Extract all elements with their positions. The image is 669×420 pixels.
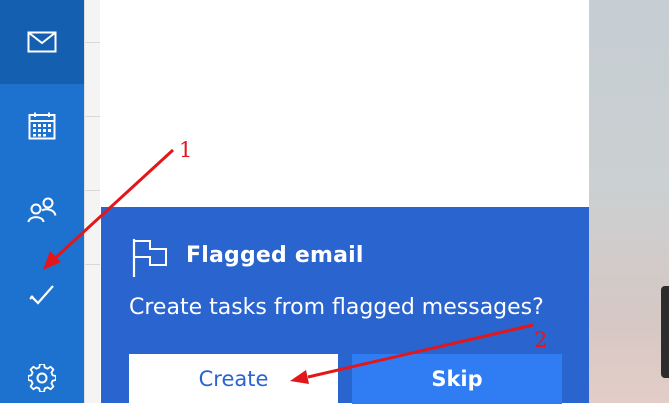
divider	[85, 264, 101, 265]
divider	[85, 42, 101, 43]
divider	[85, 190, 101, 191]
desktop-edge-tab	[661, 286, 669, 378]
card-title: Flagged email	[186, 243, 364, 268]
nav-people-button[interactable]	[0, 168, 84, 252]
calendar-icon	[28, 112, 56, 140]
nav-calendar-button[interactable]	[0, 84, 84, 168]
nav-settings-button[interactable]	[0, 336, 84, 420]
annotation-marker-1: 1	[179, 138, 193, 162]
people-icon	[27, 197, 57, 223]
checkmark-icon	[29, 285, 54, 305]
annotation-marker-2: 2	[534, 328, 548, 352]
card-question: Create tasks from flagged messages?	[129, 295, 544, 320]
mail-icon	[27, 31, 57, 53]
app-nav-rail	[0, 0, 84, 403]
skip-button[interactable]: Skip	[352, 354, 562, 404]
gear-icon	[28, 364, 56, 392]
nav-todo-button[interactable]	[0, 252, 84, 336]
flag-icon	[132, 239, 167, 277]
flagged-email-card: Flagged email Create tasks from flagged …	[101, 207, 589, 404]
folder-pane-strip	[84, 0, 101, 403]
create-button[interactable]: Create	[129, 354, 338, 404]
nav-mail-button[interactable]	[0, 0, 84, 84]
desktop-background	[589, 0, 669, 403]
divider	[85, 116, 101, 117]
